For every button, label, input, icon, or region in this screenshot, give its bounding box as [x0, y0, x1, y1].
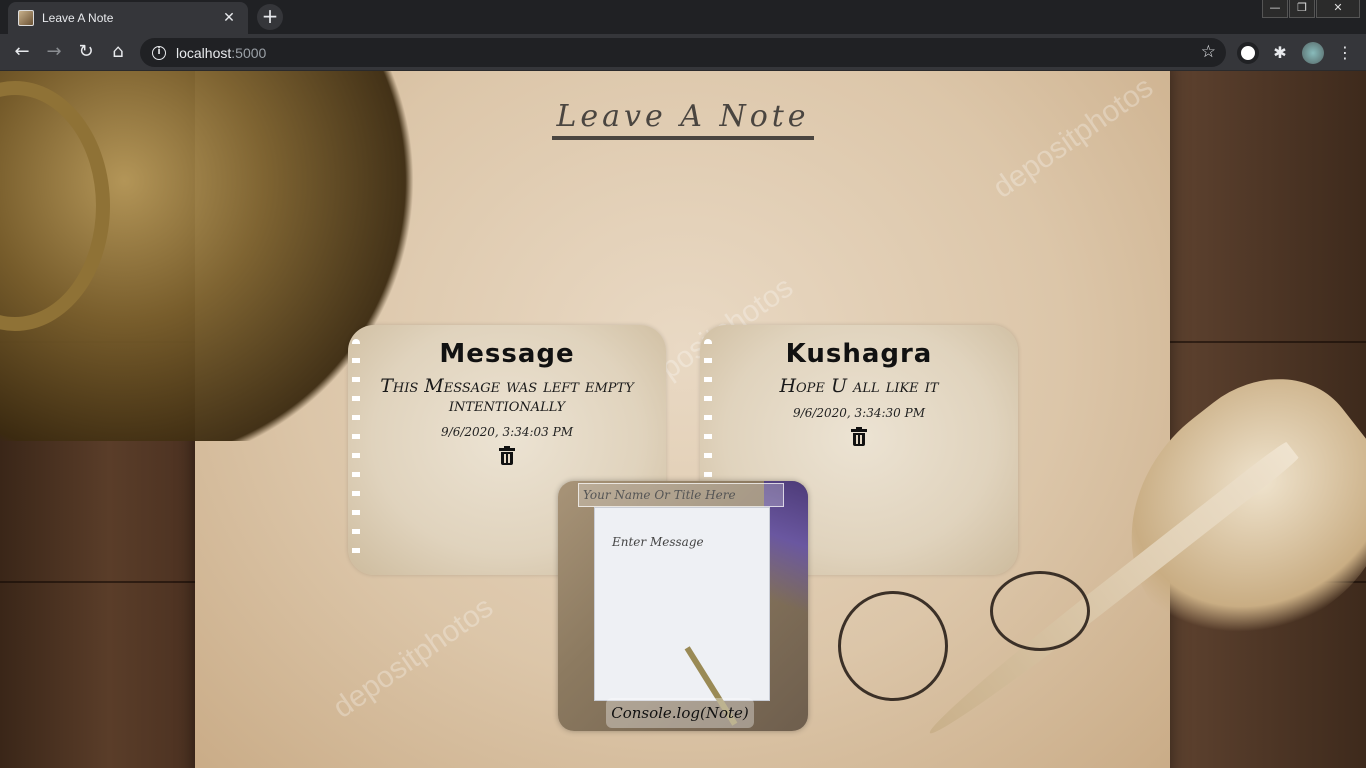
- back-arrow-icon[interactable]: ←: [9, 39, 35, 65]
- browser-toolbar: ← → ↻ ⌂ i localhost:5000 ☆ ✱ ⋮: [0, 34, 1366, 71]
- note-title: Kushagra: [785, 339, 933, 369]
- minimize-button[interactable]: —: [1262, 0, 1288, 18]
- note-timestamp: 9/6/2020, 3:34:03 PM: [441, 425, 573, 439]
- close-icon[interactable]: ✕: [220, 10, 238, 26]
- note-form: Console.log(Note): [558, 481, 808, 731]
- page-viewport: depositphotos depositphotos depositphoto…: [0, 71, 1366, 768]
- note-message: This Message was left empty intentionall…: [380, 375, 634, 416]
- window-controls: — ❐ ✕: [1261, 0, 1360, 18]
- trash-icon[interactable]: [851, 427, 867, 446]
- glasses-decoration: [838, 591, 948, 701]
- address-bar[interactable]: i localhost:5000 ☆: [140, 38, 1226, 67]
- browser-tab[interactable]: Leave A Note ✕: [8, 2, 248, 34]
- title-input[interactable]: [578, 483, 784, 507]
- window-close-button[interactable]: ✕: [1316, 0, 1360, 18]
- tab-strip: Leave A Note ✕ + — ❐ ✕: [0, 0, 1366, 34]
- url-host: localhost: [176, 44, 232, 61]
- glasses-decoration: [990, 571, 1090, 651]
- forward-arrow-icon[interactable]: →: [41, 39, 67, 65]
- extension-icon[interactable]: [1237, 42, 1259, 64]
- url-port: :5000: [231, 44, 267, 61]
- menu-icon[interactable]: ⋮: [1334, 42, 1356, 64]
- new-tab-button[interactable]: +: [257, 4, 283, 30]
- info-icon[interactable]: i: [152, 45, 166, 60]
- home-icon[interactable]: ⌂: [105, 39, 131, 65]
- message-input[interactable]: [602, 531, 762, 691]
- star-icon[interactable]: ☆: [1201, 42, 1216, 62]
- note-timestamp: 9/6/2020, 3:34:30 PM: [793, 406, 925, 420]
- restore-button[interactable]: ❐: [1289, 0, 1315, 18]
- favicon-icon: [18, 10, 34, 26]
- note-title: Message: [439, 339, 575, 369]
- note-message: Hope U all like it: [779, 375, 939, 397]
- page-title: Leave A Note: [552, 99, 814, 140]
- reload-icon[interactable]: ↻: [73, 39, 99, 65]
- avatar[interactable]: [1302, 42, 1324, 64]
- puzzle-icon[interactable]: ✱: [1269, 42, 1291, 64]
- trash-icon[interactable]: [499, 446, 515, 465]
- tab-title: Leave A Note: [42, 11, 114, 25]
- submit-note-button[interactable]: Console.log(Note): [606, 698, 754, 728]
- notebook-holes: [352, 339, 360, 559]
